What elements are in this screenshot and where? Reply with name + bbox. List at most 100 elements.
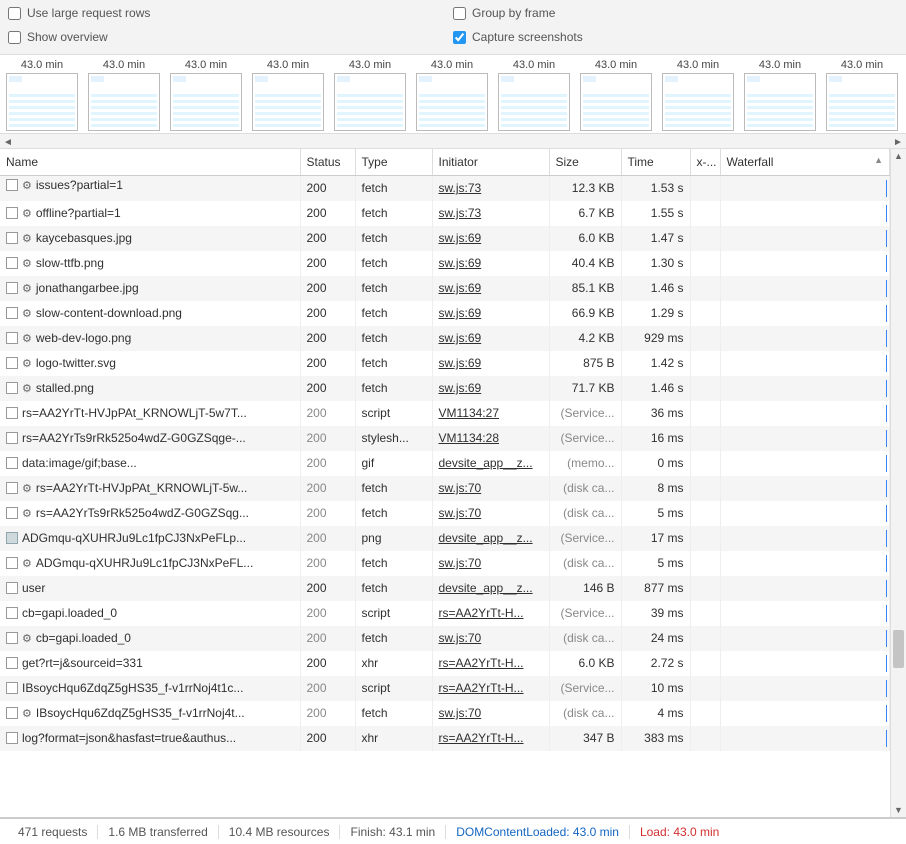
opt-show-overview[interactable]: Show overview: [8, 30, 453, 44]
size-cell: 12.3 KB: [549, 176, 621, 201]
initiator-link[interactable]: sw.js:69: [439, 256, 482, 270]
initiator-link[interactable]: sw.js:70: [439, 556, 482, 570]
screenshot-thumb[interactable]: 43.0 min: [252, 59, 324, 131]
scroll-down-icon[interactable]: ▼: [891, 803, 906, 817]
table-row[interactable]: ADGmqu-qXUHRJu9Lc1fpCJ3NxPeFLp...200pngd…: [0, 526, 890, 551]
x-cell: [690, 526, 720, 551]
opt-large-rows[interactable]: Use large request rows: [8, 6, 453, 20]
vertical-scrollbar[interactable]: ▲ ▼: [890, 149, 906, 817]
initiator-link[interactable]: sw.js:69: [439, 306, 482, 320]
col-header-size[interactable]: Size: [549, 149, 621, 176]
time-cell: 5 ms: [621, 551, 690, 576]
status-load: Load: 43.0 min: [630, 825, 729, 839]
initiator-link[interactable]: rs=AA2YrTt-H...: [439, 681, 524, 695]
scroll-right-icon[interactable]: ►: [890, 134, 906, 150]
col-header-type[interactable]: Type: [355, 149, 432, 176]
table-row[interactable]: ⚙rs=AA2YrTt-HVJpPAt_KRNOWLjT-5w...200fet…: [0, 476, 890, 501]
table-row[interactable]: rs=AA2YrTs9rRk525o4wdZ-G0GZSqge-...200st…: [0, 426, 890, 451]
thumb-time-label: 43.0 min: [431, 59, 473, 71]
checkbox-group-by-frame[interactable]: [453, 7, 466, 20]
table-row[interactable]: ⚙jonathangarbee.jpg200fetchsw.js:6985.1 …: [0, 276, 890, 301]
file-icon: [6, 207, 18, 219]
request-name: issues?partial=1: [36, 178, 123, 192]
screenshot-thumb[interactable]: 43.0 min: [416, 59, 488, 131]
checkbox-show-overview[interactable]: [8, 31, 21, 44]
initiator-link[interactable]: sw.js:73: [439, 181, 482, 195]
screenshot-filmstrip[interactable]: 43.0 min43.0 min43.0 min43.0 min43.0 min…: [0, 55, 906, 133]
opt-group-by-frame[interactable]: Group by frame: [453, 6, 898, 20]
table-row[interactable]: ⚙logo-twitter.svg200fetchsw.js:69875 B1.…: [0, 351, 890, 376]
initiator-link[interactable]: sw.js:69: [439, 356, 482, 370]
col-header-x[interactable]: x-...: [690, 149, 720, 176]
table-row[interactable]: data:image/gif;base...200gifdevsite_app_…: [0, 451, 890, 476]
checkbox-large-rows[interactable]: [8, 7, 21, 20]
table-row[interactable]: ⚙offline?partial=1200fetchsw.js:736.7 KB…: [0, 201, 890, 226]
initiator-link[interactable]: sw.js:69: [439, 231, 482, 245]
initiator-link[interactable]: VM1134:27: [439, 406, 500, 420]
initiator-link[interactable]: sw.js:70: [439, 506, 482, 520]
table-row[interactable]: ⚙ADGmqu-qXUHRJu9Lc1fpCJ3NxPeFL...200fetc…: [0, 551, 890, 576]
table-row[interactable]: user200fetchdevsite_app__z...146 B877 ms: [0, 576, 890, 601]
col-header-status[interactable]: Status: [300, 149, 355, 176]
initiator-link[interactable]: sw.js:73: [439, 206, 482, 220]
table-row[interactable]: cb=gapi.loaded_0200scriptrs=AA2YrTt-H...…: [0, 601, 890, 626]
table-row[interactable]: ⚙slow-ttfb.png200fetchsw.js:6940.4 KB1.3…: [0, 251, 890, 276]
table-row[interactable]: ⚙issues?partial=1200fetchsw.js:7312.3 KB…: [0, 176, 890, 201]
initiator-link[interactable]: rs=AA2YrTt-H...: [439, 606, 524, 620]
scroll-up-icon[interactable]: ▲: [891, 149, 906, 163]
initiator-link[interactable]: sw.js:69: [439, 381, 482, 395]
gear-icon: ⚙: [22, 357, 32, 370]
table-row[interactable]: ⚙stalled.png200fetchsw.js:6971.7 KB1.46 …: [0, 376, 890, 401]
initiator-link[interactable]: devsite_app__z...: [439, 581, 533, 595]
screenshot-thumb[interactable]: 43.0 min: [334, 59, 406, 131]
screenshot-thumb[interactable]: 43.0 min: [170, 59, 242, 131]
table-row[interactable]: ⚙web-dev-logo.png200fetchsw.js:694.2 KB9…: [0, 326, 890, 351]
file-icon: [6, 357, 18, 369]
col-header-time[interactable]: Time: [621, 149, 690, 176]
screenshot-thumb[interactable]: 43.0 min: [744, 59, 816, 131]
screenshot-thumb[interactable]: 43.0 min: [498, 59, 570, 131]
screenshot-thumb[interactable]: 43.0 min: [580, 59, 652, 131]
table-row[interactable]: ⚙IBsoycHqu6ZdqZ5gHS35_f-v1rrNoj4t...200f…: [0, 701, 890, 726]
initiator-link[interactable]: sw.js:70: [439, 481, 482, 495]
table-row[interactable]: ⚙slow-content-download.png200fetchsw.js:…: [0, 301, 890, 326]
x-cell: [690, 551, 720, 576]
screenshot-thumb[interactable]: 43.0 min: [826, 59, 898, 131]
checkbox-capture-screenshots[interactable]: [453, 31, 466, 44]
initiator-link[interactable]: VM1134:28: [439, 431, 500, 445]
col-header-initiator[interactable]: Initiator: [432, 149, 549, 176]
screenshot-thumb[interactable]: 43.0 min: [662, 59, 734, 131]
initiator-link[interactable]: sw.js:69: [439, 331, 482, 345]
initiator-link[interactable]: sw.js:69: [439, 281, 482, 295]
table-row[interactable]: ⚙kaycebasques.jpg200fetchsw.js:696.0 KB1…: [0, 226, 890, 251]
size-cell: 66.9 KB: [549, 301, 621, 326]
horizontal-scrollbar[interactable]: ◄ ►: [0, 133, 906, 149]
file-icon: [6, 232, 18, 244]
col-header-waterfall[interactable]: Waterfall: [720, 149, 890, 176]
size-cell: 875 B: [549, 351, 621, 376]
scrollbar-thumb[interactable]: [893, 630, 904, 668]
table-row[interactable]: ⚙cb=gapi.loaded_0200fetchsw.js:70(disk c…: [0, 626, 890, 651]
screenshot-thumb[interactable]: 43.0 min: [6, 59, 78, 131]
col-header-name[interactable]: Name: [0, 149, 300, 176]
table-row[interactable]: ⚙rs=AA2YrTs9rRk525o4wdZ-G0GZSqg...200fet…: [0, 501, 890, 526]
opt-capture-screenshots[interactable]: Capture screenshots: [453, 30, 898, 44]
type-cell: xhr: [355, 651, 432, 676]
size-cell: 146 B: [549, 576, 621, 601]
time-cell: 877 ms: [621, 576, 690, 601]
scroll-left-icon[interactable]: ◄: [0, 134, 16, 150]
table-row[interactable]: IBsoycHqu6ZdqZ5gHS35_f-v1rrNoj4t1c...200…: [0, 676, 890, 701]
type-cell: script: [355, 601, 432, 626]
table-row[interactable]: rs=AA2YrTt-HVJpPAt_KRNOWLjT-5w7T...200sc…: [0, 401, 890, 426]
thumb-time-label: 43.0 min: [595, 59, 637, 71]
initiator-link[interactable]: sw.js:70: [439, 706, 482, 720]
initiator-link[interactable]: devsite_app__z...: [439, 456, 533, 470]
initiator-link[interactable]: devsite_app__z...: [439, 531, 533, 545]
initiator-link[interactable]: rs=AA2YrTt-H...: [439, 656, 524, 670]
table-row[interactable]: log?format=json&hasfast=true&authus...20…: [0, 726, 890, 751]
initiator-link[interactable]: sw.js:70: [439, 631, 482, 645]
screenshot-thumb[interactable]: 43.0 min: [88, 59, 160, 131]
table-row[interactable]: get?rt=j&sourceid=331200xhrrs=AA2YrTt-H.…: [0, 651, 890, 676]
initiator-link[interactable]: rs=AA2YrTt-H...: [439, 731, 524, 745]
type-cell: fetch: [355, 201, 432, 226]
